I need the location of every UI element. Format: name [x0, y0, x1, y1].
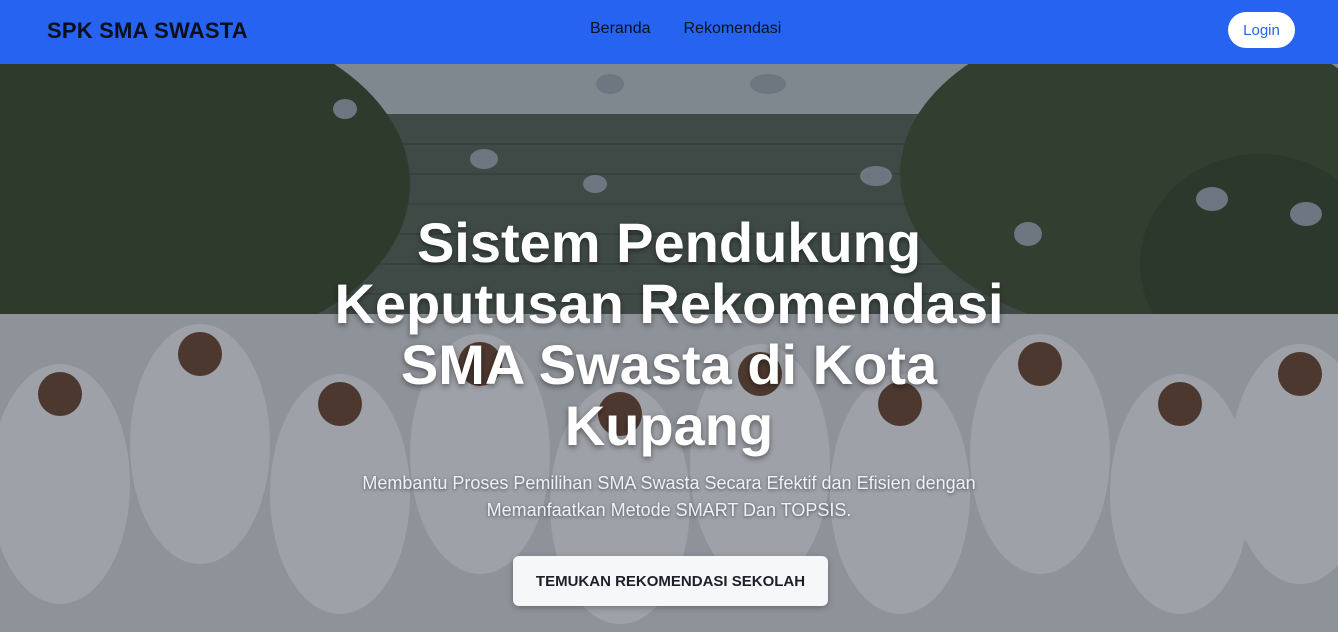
nav-link-rekomendasi[interactable]: Rekomendasi — [684, 20, 782, 38]
find-recommendation-button[interactable]: TEMUKAN REKOMENDASI SEKOLAH — [513, 556, 828, 606]
hero-subtitle: Membantu Proses Pemilihan SMA Swasta Sec… — [362, 473, 976, 520]
hero-title: Sistem Pendukung Keputusan Rekomendasi S… — [334, 211, 1004, 457]
login-button[interactable]: Login — [1228, 12, 1295, 48]
nav-link-beranda[interactable]: Beranda — [590, 20, 651, 38]
navbar: SPK SMA SWASTA Beranda Rekomendasi Login — [0, 0, 1338, 64]
nav-links: Beranda Rekomendasi — [590, 20, 781, 38]
hero-section: Sistem Pendukung Keputusan Rekomendasi S… — [0, 64, 1338, 632]
brand-logo-text[interactable]: SPK SMA SWASTA — [47, 18, 248, 44]
